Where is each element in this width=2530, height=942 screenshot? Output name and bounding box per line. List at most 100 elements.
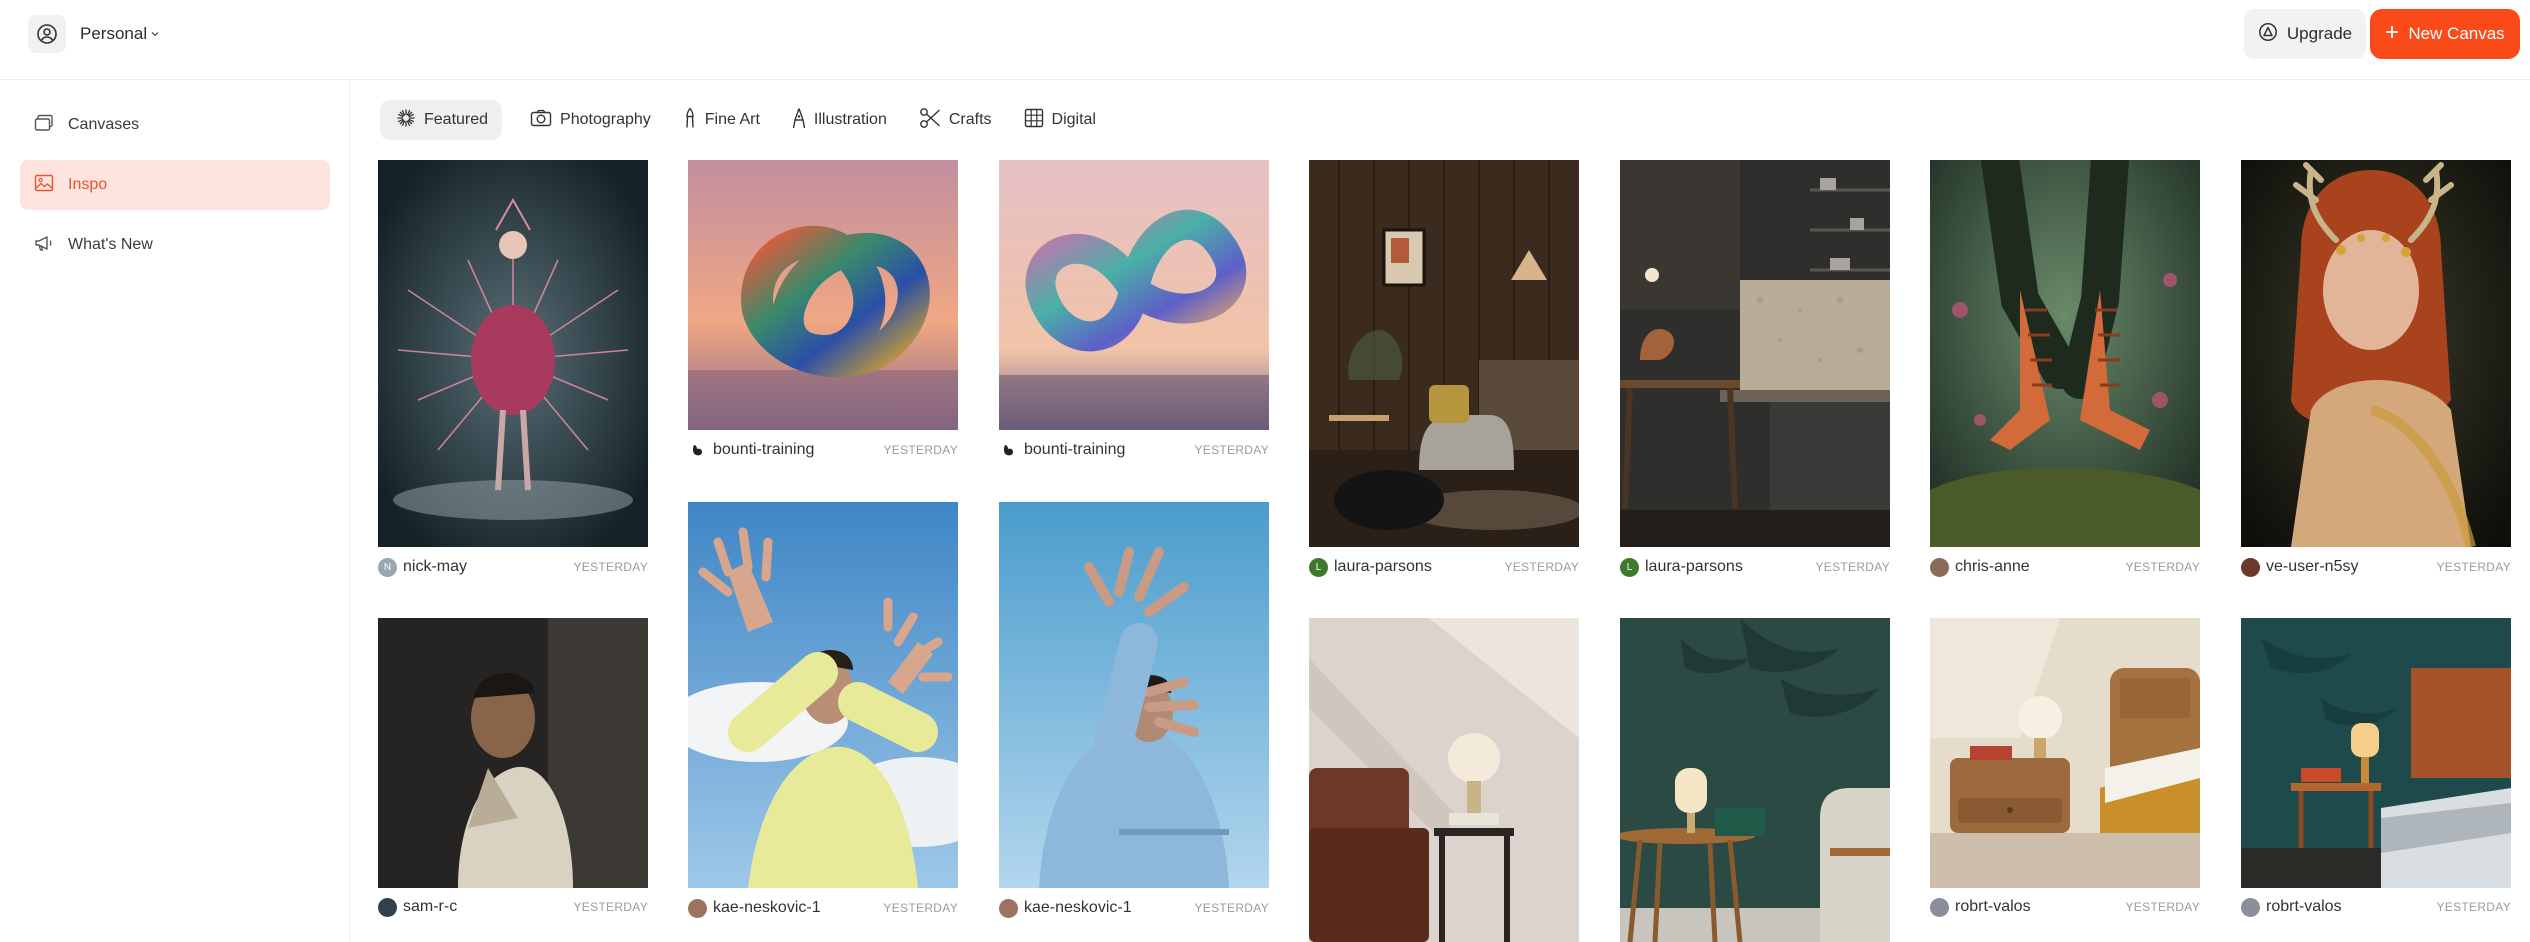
timestamp: YESTERDAY	[1815, 560, 1890, 574]
username[interactable]: ve-user-n5sy	[2266, 558, 2358, 576]
top-bar: Personal Upgrade New Canvas	[0, 0, 2530, 80]
tab-label: Featured	[424, 111, 489, 128]
upgrade-button[interactable]: Upgrade	[2244, 9, 2366, 59]
artwork-thumbnail[interactable]	[999, 160, 1269, 430]
new-canvas-label: New Canvas	[2408, 24, 2505, 43]
megaphone-icon	[34, 234, 54, 257]
gallery-card[interactable]: robrt-valos YESTERDAY	[2241, 618, 2511, 922]
avatar	[688, 898, 707, 918]
artwork-thumbnail[interactable]	[2241, 160, 2511, 547]
timestamp: YESTERDAY	[573, 560, 648, 574]
card-meta: chris-anne YESTERDAY	[1930, 556, 2200, 578]
timestamp: YESTERDAY	[2436, 900, 2511, 914]
card-meta: N nick-may YESTERDAY	[378, 556, 648, 578]
username[interactable]: bounti-training	[1024, 441, 1125, 459]
gallery-card[interactable]	[1620, 618, 1890, 942]
gallery-card[interactable]: bounti-training YESTERDAY	[999, 160, 1269, 464]
gallery-card[interactable]: kae-neskovic-1 YESTERDAY	[688, 502, 958, 922]
username[interactable]: sam-r-c	[403, 898, 457, 916]
account-switcher[interactable]: Personal	[28, 15, 160, 53]
sidebar-item-canvases[interactable]: Canvases	[20, 100, 330, 150]
avatar	[2241, 557, 2260, 577]
username[interactable]: chris-anne	[1955, 558, 2030, 576]
canvases-icon	[34, 114, 54, 137]
artwork-thumbnail[interactable]	[1620, 618, 1890, 942]
artwork-thumbnail[interactable]	[1930, 618, 2200, 888]
avatar	[2241, 897, 2260, 917]
tab-label: Photography	[560, 111, 651, 128]
card-meta: L laura-parsons YESTERDAY	[1309, 556, 1579, 578]
avatar	[378, 897, 397, 917]
scissors-icon	[919, 107, 941, 134]
user-circle-icon	[28, 15, 66, 53]
gallery-card[interactable]: L laura-parsons YESTERDAY	[1309, 160, 1579, 578]
artwork-thumbnail[interactable]	[1309, 618, 1579, 942]
username[interactable]: bounti-training	[713, 441, 814, 459]
card-meta: bounti-training YESTERDAY	[999, 439, 1269, 461]
tab-featured[interactable]: Featured	[380, 100, 503, 140]
artwork-thumbnail[interactable]	[1930, 160, 2200, 547]
timestamp: YESTERDAY	[2436, 560, 2511, 574]
tab-illustration[interactable]: Illustration	[788, 100, 891, 140]
sidebar-item-label: What's New	[68, 236, 153, 253]
artwork-thumbnail[interactable]	[378, 160, 648, 547]
artwork-thumbnail[interactable]	[999, 502, 1269, 888]
avatar	[1930, 557, 1949, 577]
gallery-card[interactable]: sam-r-c YESTERDAY	[378, 618, 648, 922]
timestamp: YESTERDAY	[2125, 560, 2200, 574]
gallery-card[interactable]: ve-user-n5sy YESTERDAY	[2241, 160, 2511, 578]
gallery-card[interactable]: bounti-training YESTERDAY	[688, 160, 958, 464]
tab-label: Crafts	[948, 111, 992, 128]
username[interactable]: robrt-valos	[1955, 898, 2031, 916]
username[interactable]: nick-may	[403, 558, 467, 576]
username[interactable]: robrt-valos	[2266, 898, 2342, 916]
timestamp: YESTERDAY	[1194, 443, 1269, 457]
tab-photography[interactable]: Photography	[526, 100, 655, 140]
artwork-thumbnail[interactable]	[688, 502, 958, 888]
timestamp: YESTERDAY	[883, 443, 958, 457]
username[interactable]: kae-neskovic-1	[1024, 899, 1132, 917]
tab-label: Illustration	[813, 111, 887, 128]
image-icon	[34, 174, 54, 197]
timestamp: YESTERDAY	[883, 901, 958, 915]
card-meta: bounti-training YESTERDAY	[688, 439, 958, 461]
username[interactable]: kae-neskovic-1	[713, 899, 821, 917]
avatar	[999, 898, 1018, 918]
avatar	[1930, 897, 1949, 917]
gallery-card[interactable]: N nick-may YESTERDAY	[378, 160, 648, 578]
artwork-thumbnail[interactable]	[2241, 618, 2511, 888]
sidebar-item-whats-new[interactable]: What's New	[20, 220, 330, 270]
camera-icon	[530, 109, 552, 132]
card-meta: sam-r-c YESTERDAY	[378, 896, 648, 918]
gallery-card[interactable]	[1309, 618, 1579, 942]
upgrade-icon	[2258, 22, 2278, 47]
tab-digital[interactable]: Digital	[1020, 100, 1100, 140]
avatar	[999, 440, 1018, 460]
card-meta: L laura-parsons YESTERDAY	[1620, 556, 1890, 578]
tab-fine-art[interactable]: Fine Art	[679, 100, 764, 140]
artwork-thumbnail[interactable]	[378, 618, 648, 888]
sidebar-item-inspo[interactable]: Inspo	[20, 160, 330, 210]
artwork-thumbnail[interactable]	[688, 160, 958, 430]
gallery-card[interactable]: chris-anne YESTERDAY	[1930, 160, 2200, 578]
card-meta: kae-neskovic-1 YESTERDAY	[688, 897, 958, 919]
timestamp: YESTERDAY	[1504, 560, 1579, 574]
sparkle-icon	[396, 108, 416, 133]
card-meta: robrt-valos YESTERDAY	[2241, 896, 2511, 918]
gallery-card[interactable]: kae-neskovic-1 YESTERDAY	[999, 502, 1269, 922]
sidebar: Canvases Inspo What's New	[0, 80, 350, 942]
tab-crafts[interactable]: Crafts	[915, 100, 996, 140]
tab-label: Fine Art	[704, 111, 760, 128]
gallery-card[interactable]: robrt-valos YESTERDAY	[1930, 618, 2200, 922]
sidebar-item-label: Canvases	[68, 116, 140, 133]
gallery-card[interactable]: L laura-parsons YESTERDAY	[1620, 160, 1890, 578]
username[interactable]: laura-parsons	[1334, 558, 1432, 576]
artwork-thumbnail[interactable]	[1620, 160, 1890, 547]
upgrade-label: Upgrade	[2286, 24, 2353, 43]
username[interactable]: laura-parsons	[1645, 558, 1743, 576]
card-meta: ve-user-n5sy YESTERDAY	[2241, 556, 2511, 578]
new-canvas-button[interactable]: New Canvas	[2370, 9, 2520, 59]
sidebar-item-label: Inspo	[68, 176, 108, 193]
artwork-thumbnail[interactable]	[1309, 160, 1579, 547]
card-meta: kae-neskovic-1 YESTERDAY	[999, 897, 1269, 919]
